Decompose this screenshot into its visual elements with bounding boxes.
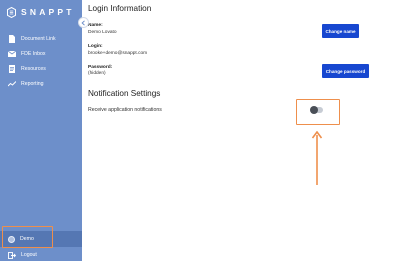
change-name-button[interactable]: Change name — [322, 24, 359, 38]
sidebar-item-label: FDE Inbox — [21, 51, 46, 57]
login-value: brooke+demo@snappt.com — [88, 51, 148, 56]
sidebar-item-resources[interactable]: Resources — [0, 62, 82, 76]
sidebar: SNAPPT Document Link FDE Inbox Resources… — [0, 0, 82, 261]
sidebar-item-fde-inbox[interactable]: FDE Inbox — [0, 47, 82, 61]
inbox-icon — [8, 50, 16, 58]
arrow-up-icon — [311, 131, 323, 185]
user-highlight-box — [2, 226, 53, 248]
name-value: Demo Lovato — [88, 30, 117, 35]
sidebar-item-label: Resources — [21, 66, 46, 72]
password-label: Password: — [88, 65, 113, 70]
document-icon — [8, 35, 16, 43]
chevron-left-icon — [81, 19, 85, 26]
logout-label: Logout — [21, 252, 37, 258]
name-label: Name: — [88, 23, 103, 28]
logo: SNAPPT — [7, 7, 75, 18]
toggle-highlight-box — [296, 99, 340, 125]
sidebar-item-reporting[interactable]: Reporting — [0, 77, 82, 91]
notification-settings-title: Notification Settings — [88, 89, 161, 98]
sidebar-item-label: Document Link — [21, 36, 56, 42]
sidebar-item-label: Reporting — [21, 81, 44, 87]
brand-name: SNAPPT — [21, 7, 75, 17]
sidebar-collapse-button[interactable] — [78, 17, 89, 28]
resources-icon — [8, 65, 16, 73]
sidebar-nav: Document Link FDE Inbox Resources Report… — [0, 32, 82, 92]
login-label: Login: — [88, 44, 103, 49]
change-password-button[interactable]: Change password — [322, 64, 369, 78]
sidebar-item-document-link[interactable]: Document Link — [0, 32, 82, 46]
login-info-title: Login Information — [88, 4, 152, 13]
password-value: (hidden) — [88, 71, 106, 76]
reporting-icon — [8, 80, 16, 88]
receive-notifications-label: Receive application notifications — [88, 107, 162, 113]
logout-icon — [8, 251, 16, 259]
snappt-logo-icon — [7, 7, 16, 18]
logout-button[interactable]: Logout — [0, 250, 82, 260]
